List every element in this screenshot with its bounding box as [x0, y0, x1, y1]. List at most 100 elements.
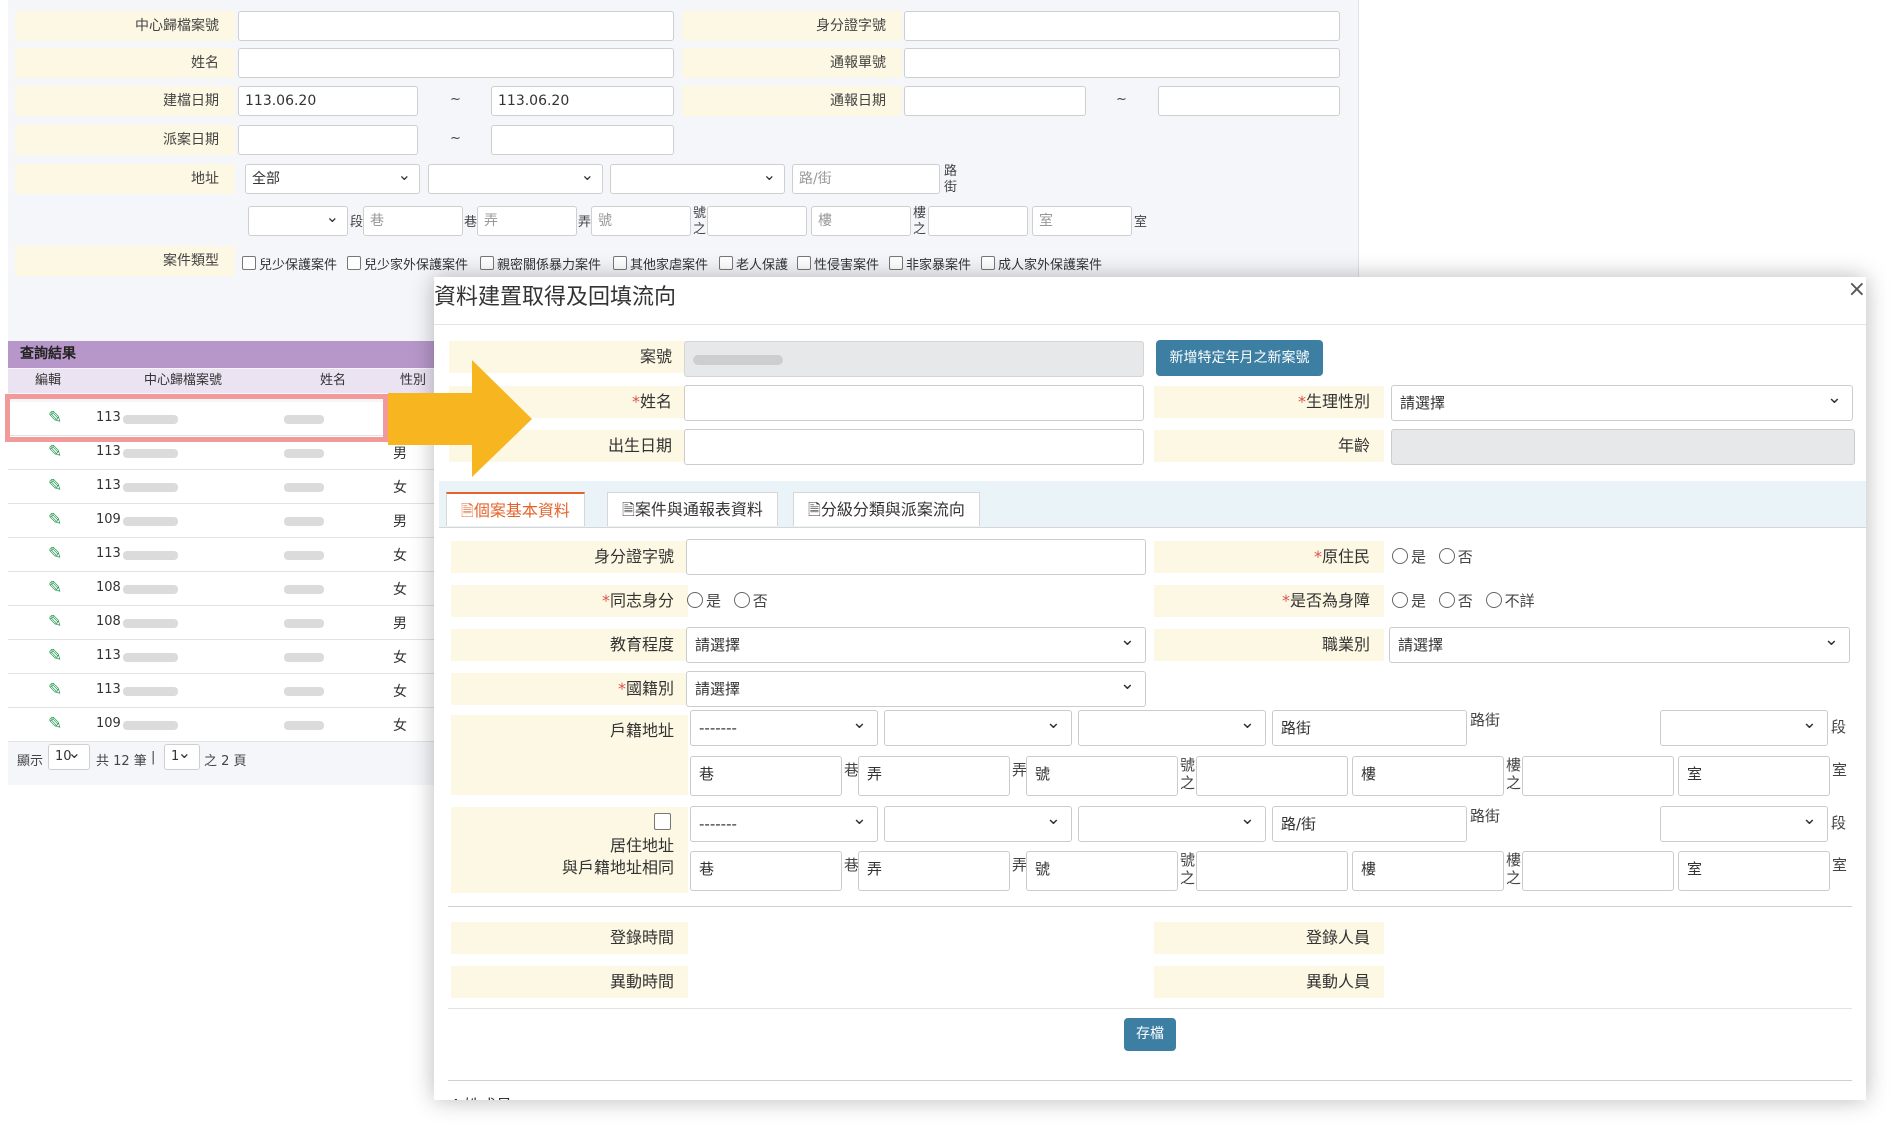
- address-floor-input[interactable]: 樓: [811, 206, 911, 236]
- case-type-checkbox[interactable]: 兒少家外保護案件: [347, 254, 468, 273]
- address-county-select[interactable]: 全部: [245, 161, 420, 194]
- checkbox-icon[interactable]: [889, 256, 903, 270]
- case-type-checkbox[interactable]: 成人家外保護案件: [981, 254, 1102, 273]
- same-address-checkbox[interactable]: [654, 813, 671, 830]
- household-village-select[interactable]: [1078, 706, 1266, 746]
- edit-pencil-icon[interactable]: ✎: [48, 646, 62, 666]
- address-room-input[interactable]: 室: [1032, 206, 1132, 236]
- household-road-input[interactable]: 路街: [1272, 710, 1467, 746]
- new-case-no-button[interactable]: 新增特定年月之新案號: [1156, 340, 1323, 376]
- checkbox-icon[interactable]: [347, 256, 361, 270]
- edit-pencil-icon[interactable]: ✎: [48, 612, 62, 632]
- edit-pencil-icon[interactable]: ✎: [48, 510, 62, 530]
- checkbox-icon[interactable]: [981, 256, 995, 270]
- case-no-field: [684, 341, 1144, 377]
- report-date-label: 通報日期: [682, 86, 902, 116]
- address-no-sub-input[interactable]: [707, 206, 807, 236]
- aboriginal-no-radio[interactable]: [1438, 548, 1455, 564]
- lgbt-no-radio[interactable]: [733, 592, 750, 608]
- save-button[interactable]: 存檔: [1124, 1018, 1176, 1051]
- address-road-input[interactable]: 路/街: [792, 164, 940, 194]
- dispatch-date-to-input[interactable]: [491, 125, 674, 155]
- disabled-no-radio[interactable]: [1438, 592, 1455, 608]
- residence-road-input[interactable]: 路/街: [1272, 806, 1467, 842]
- disabled-yes-radio[interactable]: [1392, 592, 1408, 608]
- household-section-select[interactable]: [1660, 706, 1828, 746]
- edit-pencil-icon[interactable]: ✎: [48, 578, 62, 598]
- tab-classification-dispatch[interactable]: 🗎分級分類與派案流向: [793, 492, 980, 526]
- case-type-checkbox[interactable]: 其他家虐案件: [613, 254, 708, 273]
- disabled-unknown-radio[interactable]: [1485, 592, 1502, 608]
- checkbox-icon[interactable]: [242, 256, 256, 270]
- household-no-sub-input[interactable]: [1196, 756, 1348, 796]
- tab-basic-info[interactable]: 🗎個案基本資料: [446, 492, 585, 526]
- case-type-checkbox[interactable]: 性侵害案件: [797, 254, 879, 273]
- household-floor-sub-input[interactable]: [1522, 756, 1674, 796]
- address-alley-input[interactable]: 弄: [477, 206, 577, 236]
- residence-village-select[interactable]: [1078, 802, 1266, 842]
- results-title: 查詢結果: [8, 341, 438, 368]
- household-district-select[interactable]: [884, 706, 1072, 746]
- residence-no-input[interactable]: 號: [1026, 851, 1178, 891]
- address-no-input[interactable]: 號: [591, 206, 691, 236]
- edit-pencil-icon[interactable]: ✎: [48, 714, 62, 734]
- address-section-select[interactable]: [248, 203, 348, 236]
- room-suffix: 室: [1134, 215, 1148, 230]
- residence-room-input[interactable]: 室: [1678, 851, 1830, 891]
- checkbox-icon[interactable]: [719, 256, 733, 270]
- create-date-to-input[interactable]: 113.06.20: [491, 86, 674, 116]
- report-date-to-input[interactable]: [1158, 86, 1340, 116]
- name-input[interactable]: [238, 48, 674, 78]
- education-select[interactable]: 請選擇: [686, 623, 1146, 663]
- aboriginal-yes-radio[interactable]: [1392, 548, 1408, 564]
- address-lane-input[interactable]: 巷: [363, 206, 463, 236]
- create-date-from-input[interactable]: 113.06.20: [238, 86, 418, 116]
- household-lane-input[interactable]: 巷: [690, 756, 842, 796]
- edit-pencil-icon[interactable]: ✎: [48, 680, 62, 700]
- address-district-select[interactable]: [428, 161, 603, 194]
- center-case-no-input[interactable]: [238, 11, 674, 41]
- pager-sep: |: [151, 750, 156, 765]
- household-county-select[interactable]: -------: [690, 706, 878, 746]
- case-type-checkbox[interactable]: 老人保護: [719, 254, 788, 273]
- case-type-checkbox[interactable]: 非家暴案件: [889, 254, 971, 273]
- residence-alley-input[interactable]: 弄: [858, 851, 1010, 891]
- address-floor-sub-input[interactable]: [928, 206, 1028, 236]
- page-select[interactable]: 1: [164, 741, 200, 770]
- birth-date-input[interactable]: [684, 429, 1144, 465]
- household-room-input[interactable]: 室: [1678, 756, 1830, 796]
- checkbox-icon[interactable]: [797, 256, 811, 270]
- residence-county-select[interactable]: -------: [690, 802, 878, 842]
- dispatch-date-from-input[interactable]: [238, 125, 418, 155]
- residence-lane-input[interactable]: 巷: [690, 851, 842, 891]
- household-floor-input[interactable]: 樓: [1352, 756, 1504, 796]
- edit-pencil-icon[interactable]: ✎: [48, 442, 62, 462]
- address-village-select[interactable]: [610, 161, 785, 194]
- residence-floor-sub-input[interactable]: [1522, 851, 1674, 891]
- residence-section-select[interactable]: [1660, 802, 1828, 842]
- residence-floor-input[interactable]: 樓: [1352, 851, 1504, 891]
- report-no-input[interactable]: [904, 48, 1340, 78]
- case-type-checkbox[interactable]: 兒少保護案件: [242, 254, 337, 273]
- page-size-select[interactable]: 10: [48, 741, 90, 770]
- alley-suffix: 弄: [1012, 761, 1028, 779]
- sex-select[interactable]: 請選擇: [1391, 381, 1853, 421]
- lgbt-yes-radio[interactable]: [687, 592, 703, 608]
- edit-pencil-icon[interactable]: ✎: [48, 476, 62, 496]
- close-icon[interactable]: ×: [1848, 277, 1866, 302]
- job-select[interactable]: 請選擇: [1389, 623, 1850, 663]
- nationality-select[interactable]: 請選擇: [686, 667, 1146, 707]
- household-no-input[interactable]: 號: [1026, 756, 1178, 796]
- checkbox-icon[interactable]: [613, 256, 627, 270]
- name-input[interactable]: [684, 385, 1144, 421]
- edit-pencil-icon[interactable]: ✎: [48, 544, 62, 564]
- id-input[interactable]: [686, 539, 1146, 575]
- id-input[interactable]: [904, 11, 1340, 41]
- household-alley-input[interactable]: 弄: [858, 756, 1010, 796]
- case-type-checkbox[interactable]: 親密關係暴力案件: [480, 254, 601, 273]
- checkbox-icon[interactable]: [480, 256, 494, 270]
- residence-no-sub-input[interactable]: [1196, 851, 1348, 891]
- residence-district-select[interactable]: [884, 802, 1072, 842]
- tab-case-report[interactable]: 🗎案件與通報表資料: [607, 492, 778, 526]
- report-date-from-input[interactable]: [904, 86, 1086, 116]
